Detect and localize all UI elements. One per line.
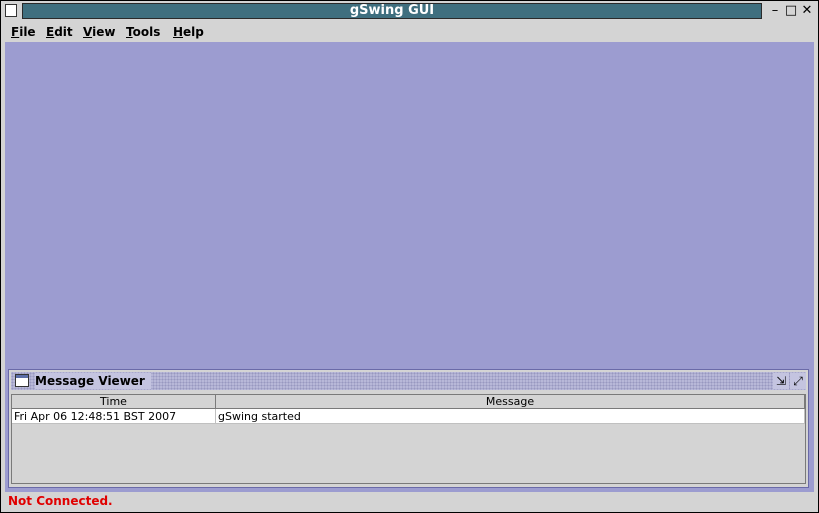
menu-help-label: elp	[183, 25, 204, 39]
message-viewer-titlebar[interactable]: Message Viewer ⇲ ⤢	[11, 372, 806, 390]
menu-view-mnemonic: V	[83, 25, 93, 39]
menu-bar: File Edit View Tools Help	[1, 23, 818, 41]
message-viewer-frame: Message Viewer ⇲ ⤢ Time Message Fri Apr …	[5, 366, 814, 492]
menu-edit[interactable]: Edit	[46, 24, 73, 40]
close-icon[interactable]: ✕	[799, 3, 815, 19]
table-cell-time[interactable]: Fri Apr 06 12:48:51 BST 2007	[12, 409, 216, 424]
minimize-icon[interactable]: –	[767, 3, 783, 19]
connection-status: Not Connected.	[8, 494, 113, 508]
main-window: gSwing GUI – □ ✕ File Edit View Tools He…	[0, 0, 819, 513]
menu-help-mnemonic: H	[173, 25, 184, 39]
menu-view-label: iew	[92, 25, 116, 39]
menu-tools-mnemonic: T	[126, 25, 133, 39]
menu-file-mnemonic: F	[11, 25, 20, 39]
message-table: Time Message Fri Apr 06 12:48:51 BST 200…	[11, 394, 806, 484]
menu-view[interactable]: View	[83, 24, 115, 40]
message-viewer-title: Message Viewer	[35, 373, 151, 389]
column-header-time[interactable]: Time	[12, 395, 216, 409]
window-title: gSwing GUI	[22, 3, 762, 19]
menu-file-label: ile	[19, 25, 36, 39]
table-cell-message[interactable]: gSwing started	[216, 409, 805, 424]
maximize-icon[interactable]: □	[783, 3, 799, 19]
status-bar: Not Connected.	[1, 493, 818, 512]
menu-edit-mnemonic: E	[46, 25, 55, 39]
message-viewer-panel: Message Viewer ⇲ ⤢ Time Message Fri Apr …	[8, 369, 809, 488]
frame-maximize-icon[interactable]: ⤢	[790, 373, 806, 389]
desktop-pane[interactable]	[5, 42, 814, 366]
menu-tools[interactable]: Tools	[126, 24, 160, 40]
frame-window-icon	[15, 374, 29, 387]
menu-tools-label: ools	[132, 25, 161, 39]
column-header-message[interactable]: Message	[216, 395, 805, 409]
window-menu-icon[interactable]	[5, 4, 17, 17]
iconify-icon[interactable]: ⇲	[773, 373, 789, 389]
menu-edit-label: dit	[54, 25, 73, 39]
title-bar[interactable]: gSwing GUI – □ ✕	[1, 1, 818, 22]
menu-file[interactable]: File	[11, 24, 36, 40]
menu-help[interactable]: Help	[173, 24, 204, 40]
